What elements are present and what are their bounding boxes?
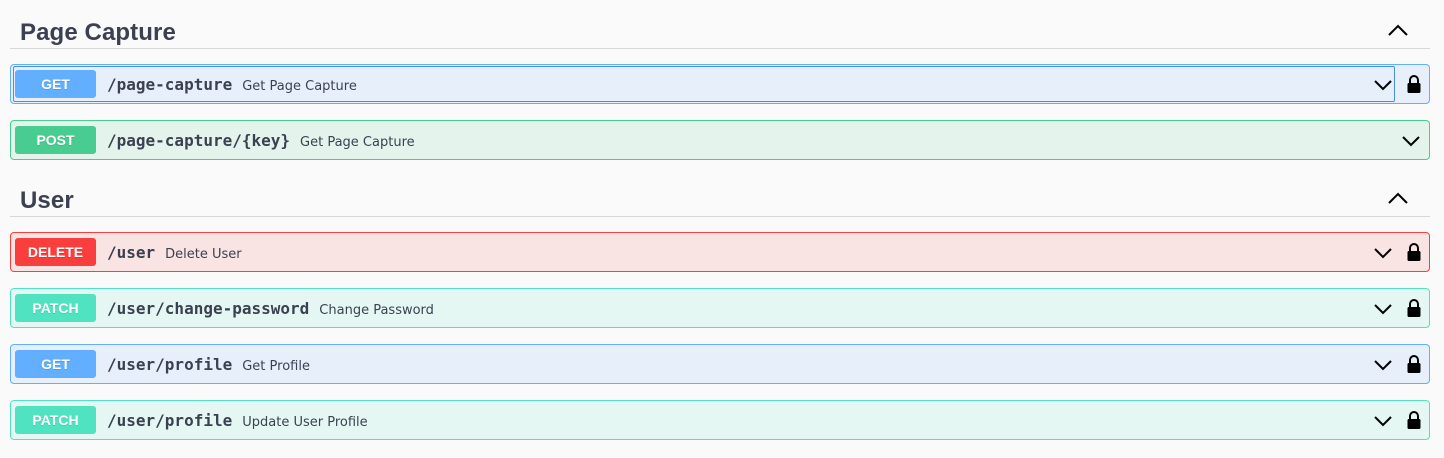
method-badge: POST — [15, 126, 96, 154]
section-title: User — [20, 187, 74, 214]
chevron-down-icon[interactable] — [1373, 414, 1393, 428]
operation-delete-user[interactable]: DELETE /user Delete User — [10, 232, 1430, 272]
swagger-operations: Page Capture GET /page-capture Get Page C… — [0, 0, 1444, 458]
operation-path: /user Delete User — [107, 243, 242, 262]
lock-icon[interactable] — [1407, 410, 1421, 430]
operation-summary: Update User Profile — [242, 415, 368, 430]
section-header-page-capture[interactable]: Page Capture — [10, 0, 1430, 49]
lock-icon[interactable] — [1407, 354, 1421, 374]
operation-path: /page-capture Get Page Capture — [107, 75, 357, 94]
chevron-down-icon[interactable] — [1373, 302, 1393, 316]
operation-post-page-capture-key[interactable]: POST /page-capture/{key} Get Page Capture — [10, 120, 1430, 160]
operation-patch-user-profile[interactable]: PATCH /user/profile Update User Profile — [10, 400, 1430, 440]
path-text: /page-capture — [107, 75, 233, 94]
operation-summary: Get Page Capture — [300, 135, 415, 150]
operation-patch-change-password[interactable]: PATCH /user/change-password Change Passwo… — [10, 288, 1430, 328]
chevron-up-icon[interactable] — [1386, 190, 1410, 206]
method-badge: PATCH — [15, 294, 96, 322]
operation-path: /user/profile Get Profile — [107, 355, 310, 374]
operation-summary: Get Page Capture — [242, 79, 357, 94]
chevron-up-icon[interactable] — [1386, 22, 1410, 38]
section-page-capture: Page Capture GET /page-capture Get Page C… — [10, 0, 1430, 160]
operation-path: /user/profile Update User Profile — [107, 411, 368, 430]
method-badge: GET — [15, 70, 96, 98]
chevron-down-icon[interactable] — [1373, 246, 1393, 260]
path-text: /user/profile — [107, 355, 233, 374]
chevron-down-icon[interactable] — [1373, 358, 1393, 372]
operation-path: /user/change-password Change Password — [107, 299, 434, 318]
method-badge: DELETE — [15, 238, 96, 266]
section-header-user[interactable]: User — [10, 168, 1430, 217]
operation-get-user-profile[interactable]: GET /user/profile Get Profile — [10, 344, 1430, 384]
lock-icon[interactable] — [1407, 298, 1421, 318]
operation-path: /page-capture/{key} Get Page Capture — [107, 131, 415, 150]
path-text: /user — [107, 243, 156, 262]
path-text: /user/profile — [107, 411, 233, 430]
operation-summary: Get Profile — [242, 359, 310, 374]
operation-summary: Delete User — [165, 247, 242, 262]
method-badge: PATCH — [15, 406, 96, 434]
section-title: Page Capture — [20, 19, 176, 46]
lock-icon[interactable] — [1407, 242, 1421, 262]
operation-summary: Change Password — [319, 303, 434, 318]
method-badge: GET — [15, 350, 96, 378]
lock-icon[interactable] — [1407, 74, 1421, 94]
path-text: /page-capture/{key} — [107, 131, 291, 150]
chevron-down-icon[interactable] — [1401, 134, 1421, 148]
chevron-down-icon[interactable] — [1373, 78, 1393, 92]
section-user: User DELETE /user Delete User PATCH /user… — [10, 168, 1430, 440]
operation-get-page-capture[interactable]: GET /page-capture Get Page Capture — [10, 64, 1430, 104]
path-text: /user/change-password — [107, 299, 310, 318]
